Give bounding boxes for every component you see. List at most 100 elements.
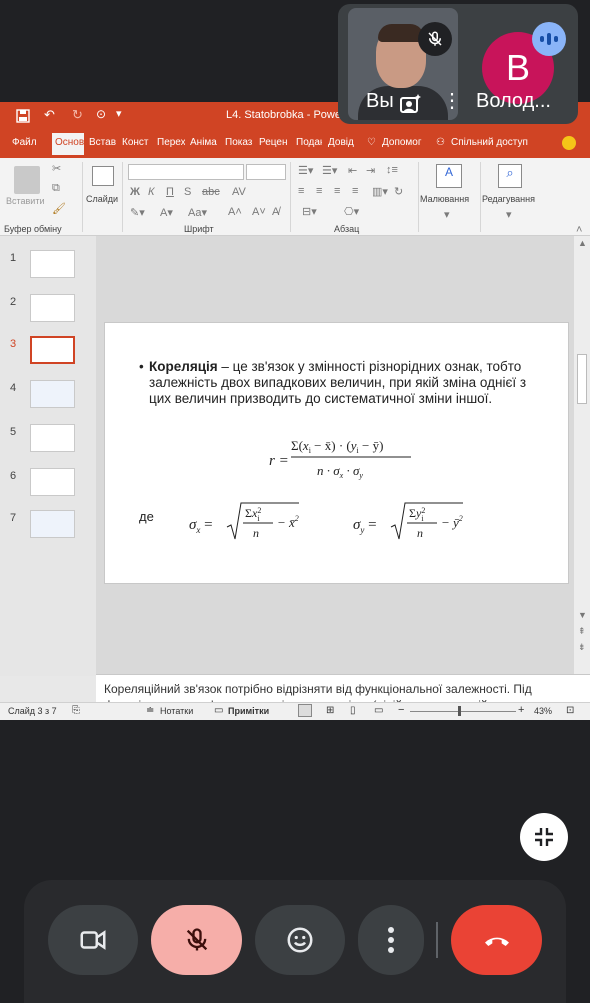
char-spacing-icon[interactable]: AV	[232, 186, 246, 198]
current-slide[interactable]: • Кореляція – це зв'язок у змінності різ…	[104, 322, 569, 584]
tab-view[interactable]: Подан	[296, 137, 322, 148]
next-slide-icon[interactable]: ⇟	[578, 642, 586, 653]
zoom-out-icon[interactable]: −	[398, 704, 404, 716]
more-vert-icon[interactable]: ⋮	[442, 88, 458, 113]
drawing-shapes-icon[interactable]: A	[436, 164, 462, 188]
comments-icon[interactable]: ▭	[214, 705, 223, 716]
present-icon[interactable]: ⊙	[96, 107, 106, 121]
numbering-icon[interactable]: ☰▾	[322, 164, 337, 177]
tab-transitions[interactable]: Перех	[157, 137, 185, 148]
spellcheck-icon[interactable]: ⎘	[72, 705, 80, 716]
tab-slideshow[interactable]: Показ	[225, 137, 253, 148]
chevron-down-icon[interactable]: ▾	[444, 208, 450, 221]
drawing-button[interactable]: Малювання	[420, 194, 469, 204]
editing-button[interactable]: Редагування	[482, 194, 535, 204]
search-icon[interactable]: ⌕	[498, 164, 522, 188]
grow-font-icon[interactable]: A˄	[228, 206, 242, 218]
format-painter-icon[interactable]: 🖌	[52, 202, 66, 215]
shrink-font-icon[interactable]: A˅	[252, 206, 266, 218]
strikethrough-icon[interactable]: abc	[202, 186, 220, 198]
self-video-tile[interactable]: Вы ⋮	[348, 8, 458, 120]
align-right-icon[interactable]: ≡	[334, 185, 340, 197]
tab-design[interactable]: Конст	[122, 137, 152, 148]
tab-animations[interactable]: Аніма	[190, 137, 218, 148]
tab-references[interactable]: Довід	[328, 137, 356, 148]
scroll-down-icon[interactable]: ▼	[578, 610, 587, 620]
zoom-slider-thumb[interactable]	[458, 706, 461, 716]
help-icon[interactable]: ♡	[367, 137, 376, 148]
tab-insert[interactable]: Встав	[89, 137, 119, 148]
slide-thumbnail[interactable]	[30, 510, 75, 538]
decrease-indent-icon[interactable]: ⇤	[348, 164, 357, 177]
normal-view-icon[interactable]	[298, 704, 312, 717]
change-case-aa-icon[interactable]: Aa▾	[188, 206, 207, 219]
slides-icon[interactable]	[92, 166, 114, 186]
change-case-icon[interactable]: ✎▾	[130, 206, 145, 219]
bold-icon[interactable]: Ж	[130, 186, 140, 198]
vertical-scrollbar[interactable]: ▲ ▼ ⇞ ⇟	[574, 236, 590, 674]
justify-icon[interactable]: ≡	[352, 185, 358, 197]
customize-qat-icon[interactable]: ▾	[116, 107, 122, 120]
scroll-up-icon[interactable]: ▲	[578, 238, 587, 248]
align-left-icon[interactable]: ≡	[298, 185, 304, 197]
reading-view-icon[interactable]: ▯	[350, 705, 356, 716]
text-direction-icon[interactable]: ↻	[394, 185, 403, 198]
slide-bullet-text[interactable]: • Кореляція – це зв'язок у змінності різ…	[139, 359, 539, 407]
notes-button[interactable]: Нотатки	[160, 706, 193, 716]
font-size-select[interactable]	[246, 164, 286, 180]
align-center-icon[interactable]: ≡	[316, 185, 322, 197]
zoom-in-icon[interactable]: +	[518, 704, 524, 716]
prev-slide-icon[interactable]: ⇞	[578, 626, 586, 637]
chevron-down-icon[interactable]: ▾	[506, 208, 512, 221]
slide-thumbnail[interactable]	[30, 250, 75, 278]
italic-icon[interactable]: К	[148, 186, 154, 198]
visual-effects-icon[interactable]	[398, 92, 422, 116]
fit-to-window-icon[interactable]: ⊡	[566, 705, 574, 716]
copy-icon[interactable]: ⧉	[52, 182, 60, 195]
slideshow-icon[interactable]: ▭	[374, 705, 383, 716]
more-options-button[interactable]	[358, 905, 424, 975]
share-icon[interactable]: ⚇	[436, 137, 445, 148]
slide-thumbnail[interactable]	[30, 294, 75, 322]
share-button[interactable]: Спільний доступ	[451, 137, 528, 148]
font-family-select[interactable]	[128, 164, 244, 180]
smiley-feedback-icon[interactable]	[562, 136, 576, 150]
slide-thumbnail[interactable]	[30, 468, 75, 496]
tab-help[interactable]: Допомог	[382, 137, 422, 148]
underline-icon[interactable]: П	[166, 186, 174, 198]
slides-button[interactable]: Слайди	[86, 194, 118, 204]
camera-button[interactable]	[48, 905, 138, 975]
line-spacing-icon[interactable]: ↕≡	[386, 164, 398, 176]
undo-icon[interactable]: ↶	[44, 107, 55, 123]
slide-thumbnail[interactable]	[30, 380, 75, 408]
tab-review[interactable]: Рецен	[259, 137, 289, 148]
save-icon[interactable]	[16, 109, 30, 123]
paste-button[interactable]: Вставити	[6, 196, 45, 206]
cut-icon[interactable]: ✂	[52, 162, 61, 175]
bullets-icon[interactable]: ☰▾	[298, 164, 313, 177]
tab-home[interactable]: Основн	[52, 133, 84, 155]
collapse-ribbon-icon[interactable]: ˄	[576, 224, 582, 236]
shadow-icon[interactable]: S	[184, 186, 191, 198]
columns-icon[interactable]: ▥▾	[372, 185, 388, 198]
paste-icon[interactable]	[14, 166, 40, 194]
clear-format-icon[interactable]: A̸	[272, 206, 279, 218]
scroll-thumb[interactable]	[577, 354, 587, 404]
smartart-icon[interactable]: ⎔▾	[344, 205, 359, 218]
notes-pane[interactable]: Кореляційний зв'язок потрібно відрізняти…	[96, 674, 590, 702]
slide-sorter-icon[interactable]: ⊞	[326, 705, 334, 716]
slide-thumbnail[interactable]	[30, 424, 75, 452]
redo-icon[interactable]: ↻	[72, 107, 83, 123]
notes-icon[interactable]: ≐	[146, 705, 154, 716]
microphone-button[interactable]	[151, 905, 242, 975]
increase-indent-icon[interactable]: ⇥	[366, 164, 375, 177]
align-text-icon[interactable]: ⊟▾	[302, 205, 317, 218]
zoom-level[interactable]: 43%	[534, 706, 552, 716]
participant-tile[interactable]: В Волод...	[466, 8, 572, 120]
zoom-slider[interactable]	[410, 711, 516, 712]
reactions-button[interactable]	[255, 905, 345, 975]
font-color-icon[interactable]: A▾	[160, 206, 173, 219]
notes-text[interactable]: Кореляційний зв'язок потрібно відрізняти…	[104, 681, 584, 702]
leave-call-button[interactable]	[451, 905, 542, 975]
tab-file[interactable]: Файл	[12, 137, 37, 148]
